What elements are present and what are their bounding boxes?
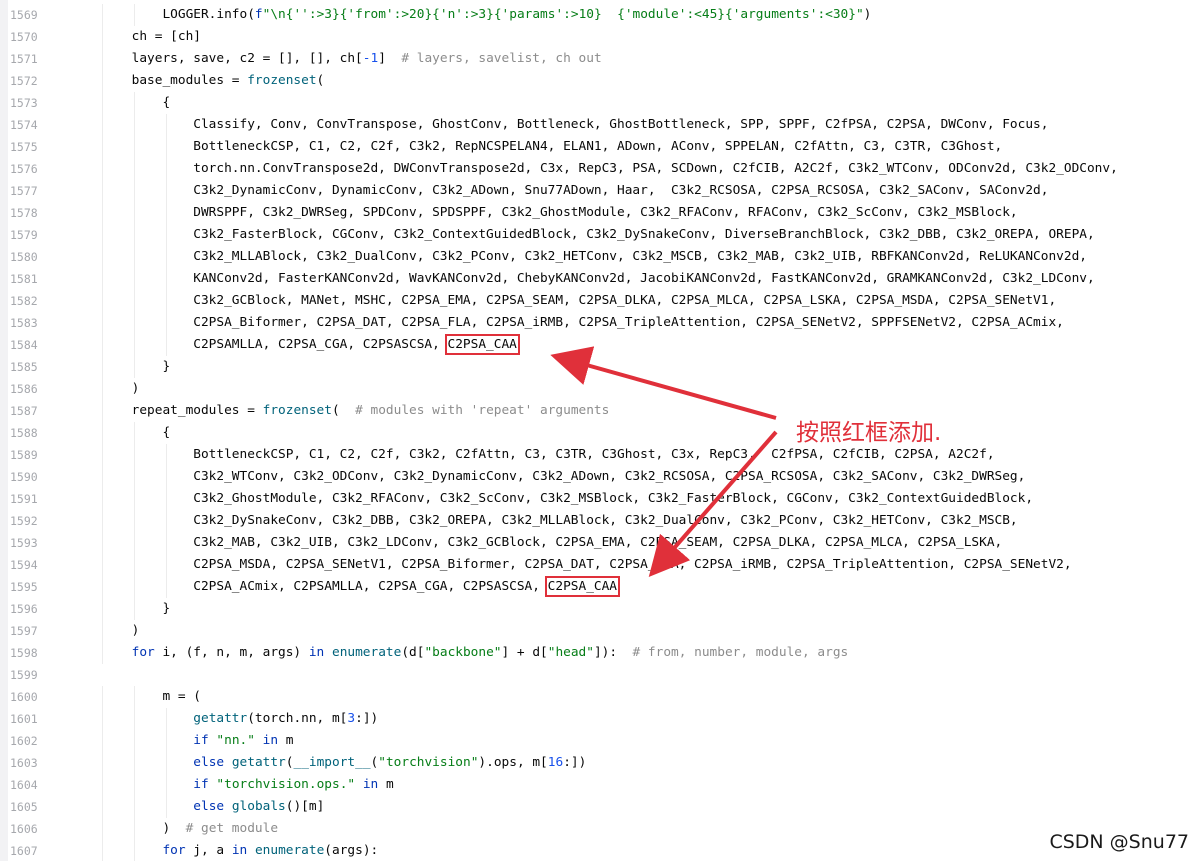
annotation-arrows (550, 346, 778, 578)
code-editor[interactable]: 1569 LOGGER.info(f"\n{'':>3}{'from':>20}… (0, 0, 1197, 861)
watermark: CSDN @Snu77 (1049, 831, 1189, 853)
arrow-to-repeat-modules (648, 430, 778, 578)
arrow-to-base-modules (550, 346, 777, 420)
annotation-label: 按照红框添加. (796, 420, 942, 446)
